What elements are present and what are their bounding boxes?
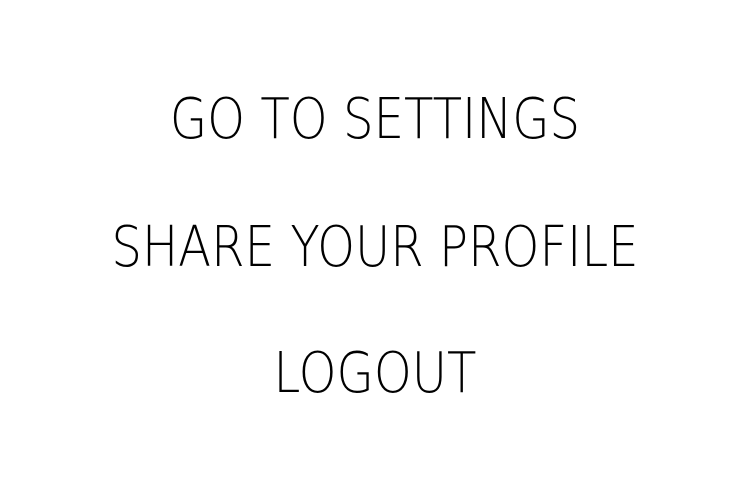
go-to-settings-link[interactable]: GO TO SETTINGS	[53, 88, 698, 152]
share-profile-link[interactable]: SHARE YOUR PROFILE	[53, 216, 698, 280]
logout-link[interactable]: LOGOUT	[53, 342, 698, 406]
menu: GO TO SETTINGS SHARE YOUR PROFILE LOGOUT	[0, 0, 750, 486]
